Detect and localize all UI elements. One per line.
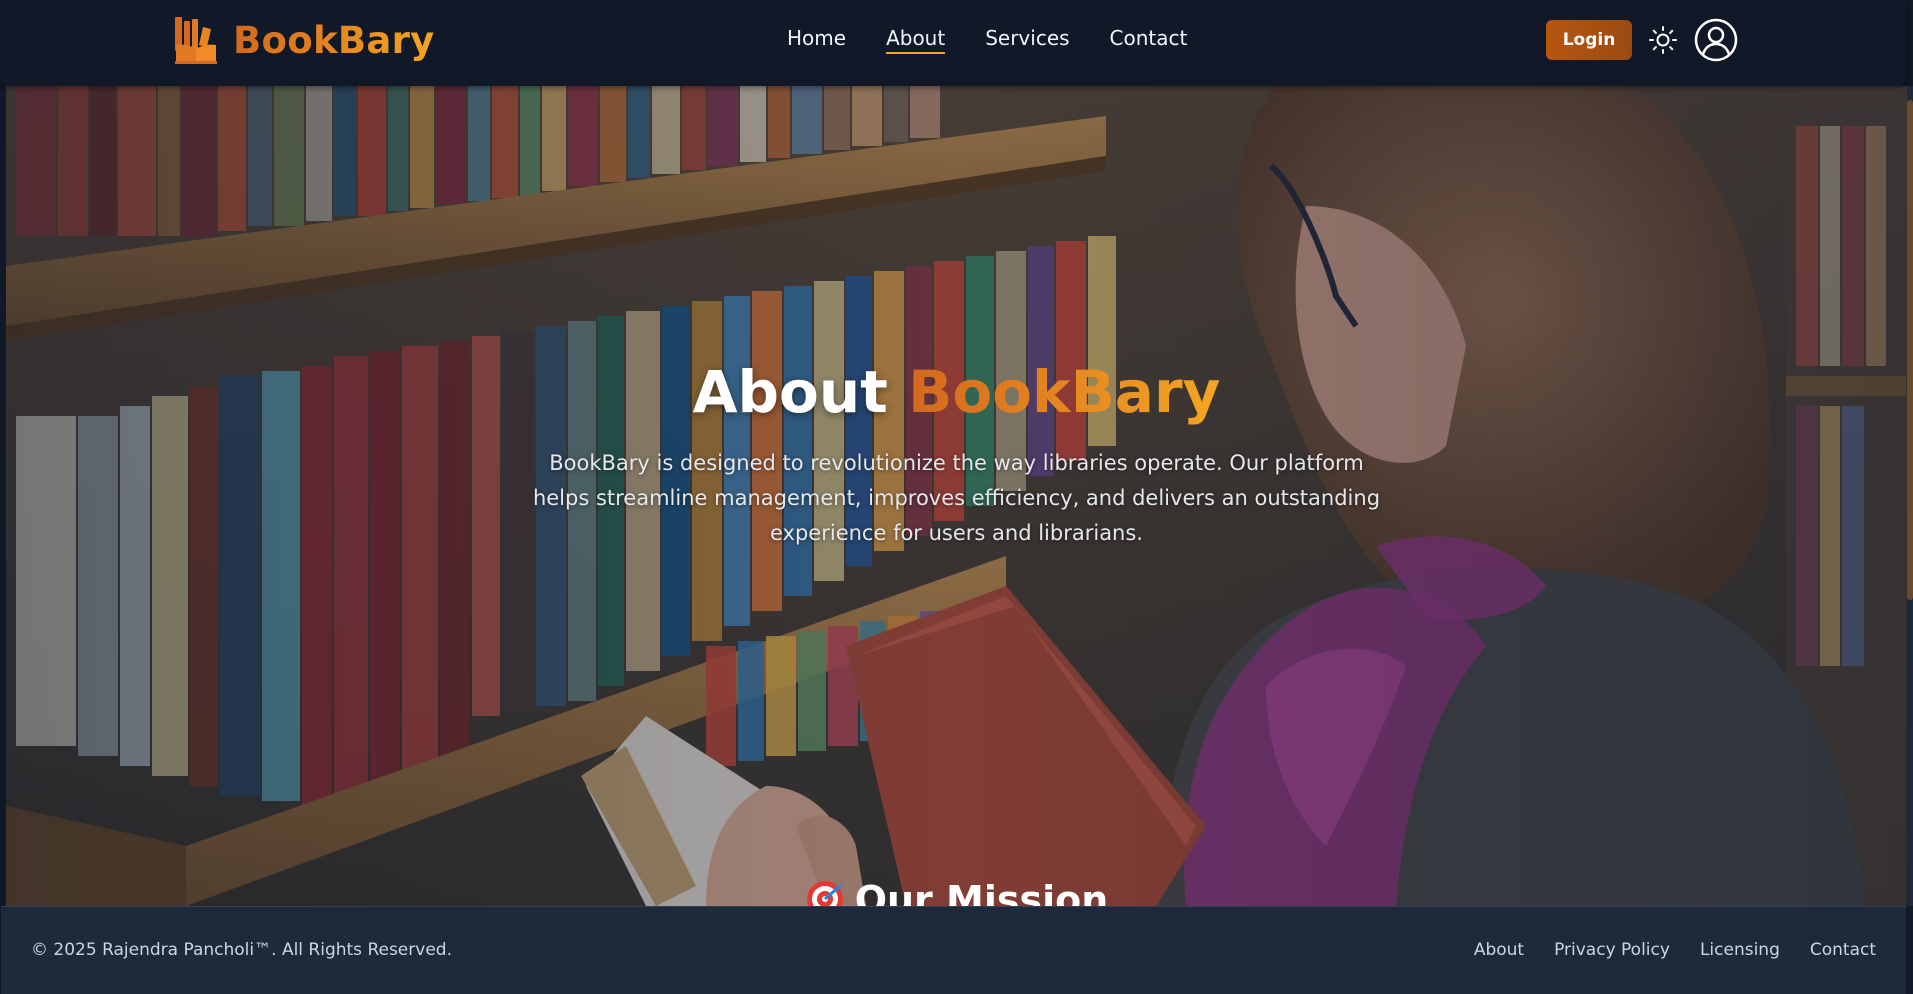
page-scrollbar-thumb[interactable] [1907,100,1913,600]
mission-heading: Our Mission [6,878,1907,906]
nav-link-contact[interactable]: Contact [1110,26,1188,54]
nav-link-services[interactable]: Services [985,26,1069,54]
hero-title-accent: BookBary [908,358,1221,426]
brand[interactable]: BookBary [173,15,435,65]
hero-title-prefix: About [692,358,888,426]
login-button[interactable]: Login [1546,20,1632,60]
user-circle-icon[interactable] [1694,18,1738,62]
footer-link-contact[interactable]: Contact [1810,940,1876,960]
main-nav: Home About Services Contact [787,26,1187,54]
footer-link-privacy-policy[interactable]: Privacy Policy [1554,940,1670,960]
hero-title: About BookBary [6,358,1907,426]
mission-heading-text: Our Mission [854,878,1109,906]
copyright-text: © 2025 Rajendra Pancholi™. All Rights Re… [31,940,452,960]
footer-link-licensing[interactable]: Licensing [1700,940,1780,960]
footer-nav: About Privacy Policy Licensing Contact [1474,940,1876,960]
brand-name: BookBary [233,18,435,62]
nav-link-about[interactable]: About [886,26,946,54]
hero-section: About BookBary BookBary is designed to r… [6,86,1907,906]
navbar: BookBary Home About Services Contact Log… [1,0,1906,86]
sun-icon[interactable] [1648,25,1678,55]
book-library-icon [175,17,217,64]
nav-link-home[interactable]: Home [787,26,846,54]
nav-actions: Login [1546,18,1738,62]
hero-content: About BookBary BookBary is designed to r… [6,358,1907,551]
page: About BookBary BookBary is designed to r… [0,0,1913,994]
target-icon [806,881,843,906]
hero-description: BookBary is designed to revolutionize th… [532,451,1381,545]
footer-link-about[interactable]: About [1474,940,1524,960]
footer: © 2025 Rajendra Pancholi™. All Rights Re… [1,906,1906,994]
